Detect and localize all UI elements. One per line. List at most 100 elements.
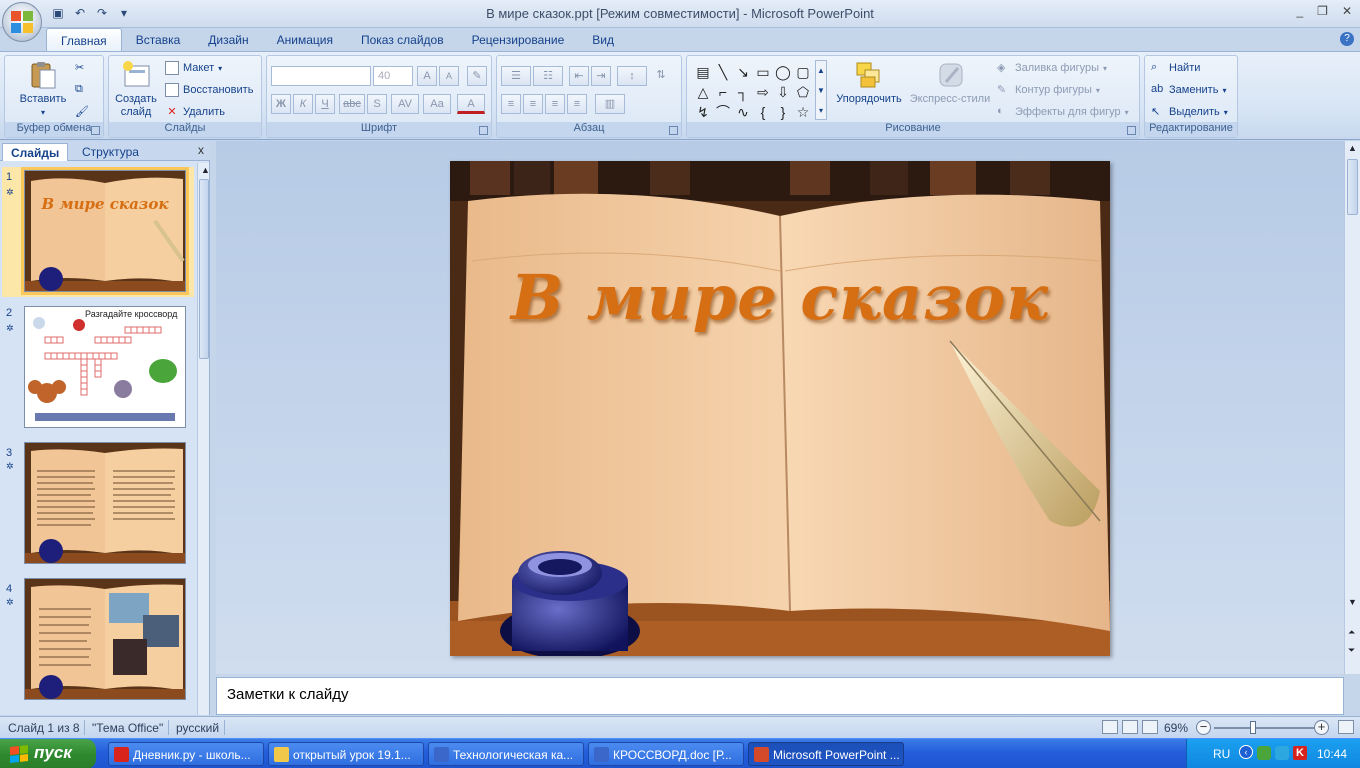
slideshow-view-icon[interactable] <box>1142 720 1158 734</box>
language-indicator[interactable]: русский <box>176 721 219 735</box>
fit-to-window-icon[interactable] <box>1338 720 1354 734</box>
drawing-launcher-icon[interactable] <box>1127 126 1136 135</box>
shape-outline-button[interactable]: ✎ Контур фигуры ▾ <box>997 83 1100 97</box>
flowchart-shape-icon[interactable]: ⬠ <box>793 82 813 102</box>
paragraph-launcher-icon[interactable] <box>669 126 678 135</box>
shadow-button[interactable]: S <box>367 94 387 114</box>
rectangle-shape-icon[interactable]: ▭ <box>753 62 773 82</box>
tab-review[interactable]: Рецензирование <box>458 28 579 52</box>
numbering-icon[interactable]: ☷ <box>533 66 563 86</box>
line-shape-icon[interactable]: ╲ <box>713 62 733 82</box>
zoom-out-icon[interactable]: − <box>1196 720 1211 735</box>
scroll-up-icon[interactable]: ▲ <box>1348 143 1357 153</box>
arrange-button[interactable]: Упорядочить <box>831 60 907 106</box>
underline-button[interactable]: Ч <box>315 94 335 114</box>
text-direction-icon[interactable]: ⇅ <box>651 66 671 86</box>
clipboard-launcher-icon[interactable] <box>91 126 100 135</box>
antivirus-icon[interactable]: K <box>1293 746 1307 760</box>
current-slide[interactable]: В мире сказок <box>450 161 1110 656</box>
strikethrough-button[interactable]: abc <box>339 94 365 114</box>
align-center-icon[interactable]: ≡ <box>523 94 543 114</box>
taskbar-item-browser[interactable]: Дневник.ру - школь... <box>108 742 264 766</box>
arrow-line-shape-icon[interactable]: ↘ <box>733 62 753 82</box>
slide-thumbnail-4[interactable] <box>24 578 186 700</box>
spacing-button[interactable]: AV <box>391 94 419 114</box>
down-arrow-shape-icon[interactable]: ⇩ <box>773 82 793 102</box>
arc-shape-icon[interactable]: ⌒ <box>713 102 733 122</box>
next-slide-icon[interactable]: ⏷ <box>1348 645 1355 656</box>
shapes-gallery[interactable]: ▤ ╲ ↘ ▭ ◯ ▢ △ ⌐ ┐ ⇨ ⇩ ⬠ ↯ ⌒ ∿ { } ☆ <box>693 62 813 122</box>
elbow-connector-icon[interactable]: ⌐ <box>713 82 733 102</box>
slide-title[interactable]: В мире сказок <box>450 261 1110 334</box>
change-case-button[interactable]: Aa <box>423 94 451 114</box>
font-size-input[interactable]: 40 <box>373 66 413 86</box>
office-button[interactable] <box>2 2 42 42</box>
font-launcher-icon[interactable] <box>479 126 488 135</box>
slide-thumbnail-2[interactable]: Разгадайте кроссворд <box>24 306 186 428</box>
right-brace-shape-icon[interactable]: } <box>773 102 793 122</box>
close-button[interactable]: ✕ <box>1342 4 1352 18</box>
increase-indent-icon[interactable]: ⇥ <box>591 66 611 86</box>
textbox-shape-icon[interactable]: ▤ <box>693 62 713 82</box>
scroll-up-icon[interactable]: ▲ <box>201 165 210 175</box>
oval-shape-icon[interactable]: ◯ <box>773 62 793 82</box>
columns-icon[interactable]: ▥ <box>595 94 625 114</box>
font-name-input[interactable] <box>271 66 371 86</box>
select-button[interactable]: ↖ Выделить ▾ <box>1151 105 1228 119</box>
bullets-icon[interactable]: ☰ <box>501 66 531 86</box>
scroll-down-icon[interactable]: ▼ <box>1348 597 1357 607</box>
tab-slideshow[interactable]: Показ слайдов <box>347 28 458 52</box>
taskbar-item-word-crossword[interactable]: КРОССВОРД.doc [Р... <box>588 742 744 766</box>
tab-home[interactable]: Главная <box>46 28 122 52</box>
slide-scrollbar[interactable]: ▲ ▼ ⏶ ⏷ <box>1344 141 1360 674</box>
left-brace-shape-icon[interactable]: { <box>753 102 773 122</box>
reset-button[interactable]: Восстановить <box>165 83 253 97</box>
slide-thumbnail-1[interactable]: В мире сказок <box>21 167 189 295</box>
help-icon[interactable]: ? <box>1340 32 1354 46</box>
slide-sorter-view-icon[interactable] <box>1122 720 1138 734</box>
quick-styles-button[interactable]: Экспресс-стили <box>909 60 991 106</box>
tab-outline-pane[interactable]: Структура <box>74 143 147 161</box>
find-button[interactable]: ⌕ Найти <box>1151 61 1200 75</box>
format-painter-icon[interactable]: 🖌 <box>75 105 89 118</box>
taskbar-item-folder[interactable]: открытый урок 19.1... <box>268 742 424 766</box>
zoom-slider-thumb[interactable] <box>1250 721 1256 734</box>
star-shape-icon[interactable]: ☆ <box>793 102 813 122</box>
decrease-indent-icon[interactable]: ⇤ <box>569 66 589 86</box>
bold-button[interactable]: Ж <box>271 94 291 114</box>
copy-icon[interactable]: ⧉ <box>75 83 83 96</box>
tab-design[interactable]: Дизайн <box>194 28 262 52</box>
italic-button[interactable]: К <box>293 94 313 114</box>
rounded-rect-shape-icon[interactable]: ▢ <box>793 62 813 82</box>
show-hidden-icons-icon[interactable]: ‹ <box>1239 745 1253 759</box>
triangle-shape-icon[interactable]: △ <box>693 82 713 102</box>
lightning-shape-icon[interactable]: ↯ <box>693 102 713 122</box>
cut-icon[interactable]: ✂ <box>75 61 84 74</box>
minimize-button[interactable]: _ <box>1296 4 1303 18</box>
justify-icon[interactable]: ≡ <box>567 94 587 114</box>
clear-format-icon[interactable]: ✎ <box>467 66 487 86</box>
taskbar-item-powerpoint[interactable]: Microsoft PowerPoint ... <box>748 742 904 766</box>
right-arrow-shape-icon[interactable]: ⇨ <box>753 82 773 102</box>
zoom-in-icon[interactable]: + <box>1314 720 1329 735</box>
tab-view[interactable]: Вид <box>578 28 628 52</box>
security-icon[interactable] <box>1275 746 1289 760</box>
pane-close-icon[interactable]: x <box>198 143 204 157</box>
normal-view-icon[interactable] <box>1102 720 1118 734</box>
tab-insert[interactable]: Вставка <box>122 28 195 52</box>
language-bar[interactable]: RU <box>1213 747 1230 761</box>
tab-slides-pane[interactable]: Слайды <box>2 143 69 161</box>
slide-scroll-thumb[interactable] <box>1347 159 1358 215</box>
shape-fill-button[interactable]: ◈ Заливка фигуры ▾ <box>997 61 1107 75</box>
grow-font-button[interactable]: A <box>417 66 437 86</box>
zoom-slider-track[interactable] <box>1214 727 1314 729</box>
tab-animation[interactable]: Анимация <box>263 28 347 52</box>
slides-pane-scroll-thumb[interactable] <box>199 179 209 359</box>
zoom-level[interactable]: 69% <box>1164 721 1188 735</box>
network-icon[interactable] <box>1257 746 1271 760</box>
delete-button[interactable]: ✕ Удалить <box>165 105 225 119</box>
previous-slide-icon[interactable]: ⏶ <box>1348 627 1355 638</box>
font-color-button[interactable]: A <box>457 94 485 114</box>
replace-button[interactable]: ab Заменить ▾ <box>1151 83 1226 97</box>
start-button[interactable]: пуск <box>0 739 96 768</box>
